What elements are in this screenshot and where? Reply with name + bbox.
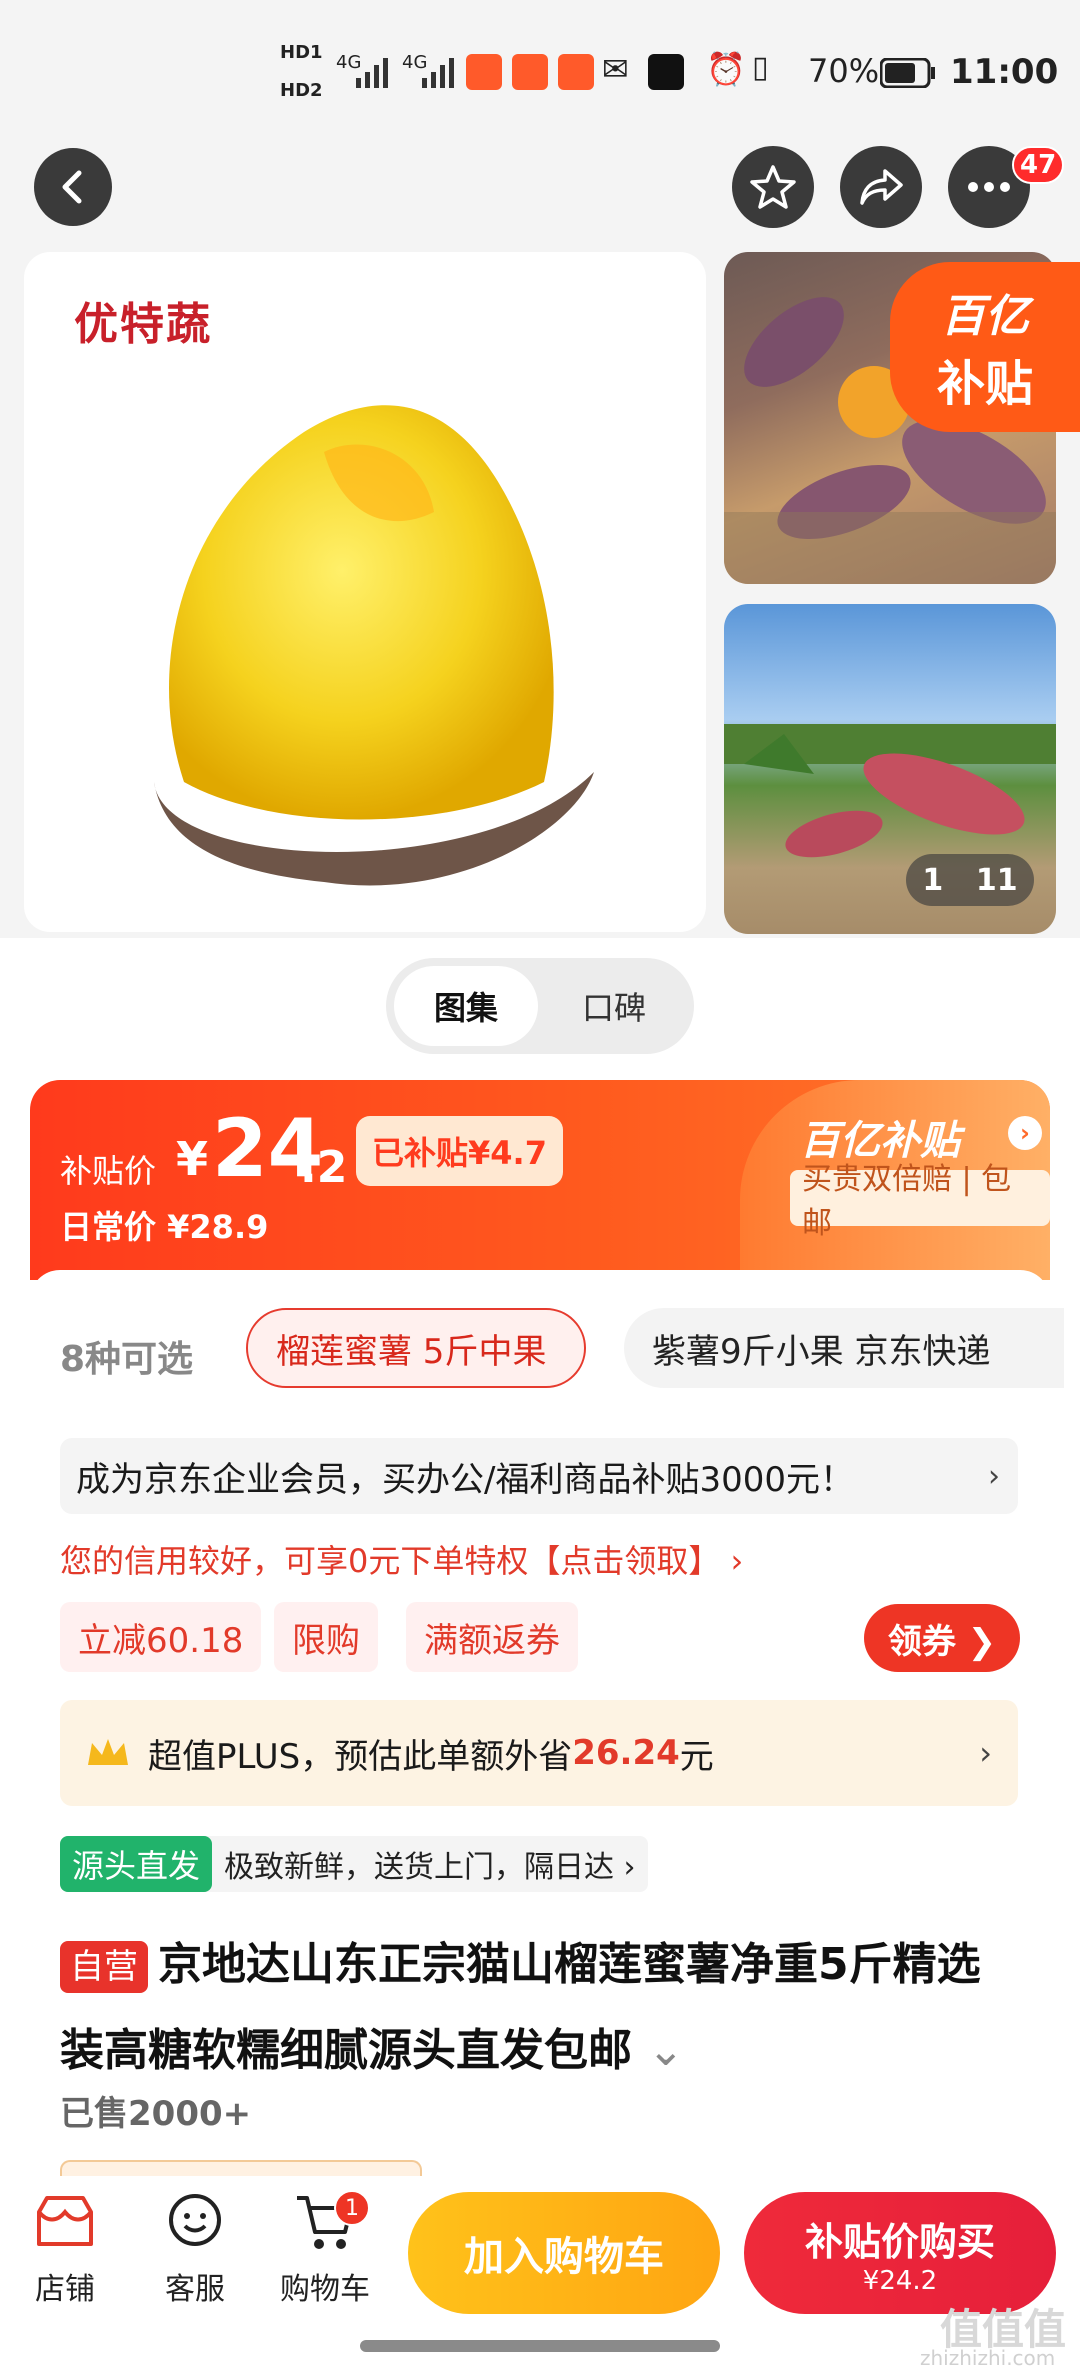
subsidy-badge-line2: 补贴 [936,356,1033,412]
battery-icon [880,58,935,88]
promo-tag[interactable]: 限购 [274,1602,378,1672]
hd2-label: HD2 [280,80,323,101]
app-notification-icon [466,54,502,90]
share-button[interactable] [840,146,922,228]
subsidy-program-panel[interactable]: 百亿补贴 › 买贵双倍赔 | 包邮 [740,1080,1050,1280]
status-bar: HD1 HD2 4G 4G ✉ ⏰ ▯ 70% 11:00 [0,0,1080,140]
message-count-badge: 47 [1012,146,1065,184]
variant-count[interactable]: 8种可选 [60,1330,193,1382]
buy-now-label: 补贴价购买 [804,2219,995,2264]
sold-count: 已售2000+ [60,2094,252,2134]
app-notification-icon [512,54,548,90]
watermark-url: zhizhizhi.com [920,2346,1056,2370]
tab-gallery[interactable]: 图集 [394,966,538,1046]
image-counter-current: 1 [922,862,944,898]
share-icon [860,169,903,205]
media-tabs: 图集 口碑 [386,958,694,1054]
store-button[interactable]: 店铺 [10,2190,120,2310]
plus-savings-amount: 26.24 [572,1733,680,1773]
battery-percent: 70% [808,52,880,90]
back-button[interactable] [34,148,112,226]
vibrate-icon: ▯ [752,50,769,85]
price-card: 补贴价 ¥ 24 .2 已补贴¥4.7 日常价 ¥28.9 百亿补贴 › 买贵双… [30,1080,1050,1280]
currency-symbol: ¥ [176,1132,209,1186]
more-dots-icon [968,182,1010,192]
source-direct-row[interactable]: 源头直发 极致新鲜，送货上门，隔日达 › [60,1836,648,1892]
get-coupon-button[interactable]: 领券 ❯ [864,1604,1020,1672]
add-to-cart-button[interactable]: 加入购物车 [408,2192,720,2314]
guarantee-label: 买贵双倍赔 | 包邮 [790,1162,1050,1241]
clock: 11:00 [950,52,1059,92]
plus-savings-banner[interactable]: 超值PLUS，预估此单额外省 26.24 元 › [60,1700,1018,1806]
brand-logo-text: 优特蔬 [74,299,212,350]
chat-icon [169,2194,221,2246]
product-title-block[interactable]: 自营 京地达山东正宗猫山榴莲蜜薯净重5斤精选装高糖软糯细腻源头直发包邮 ⌄ [60,1922,1020,2094]
self-operated-tag: 自营 [60,1941,148,1993]
promo-tag[interactable]: 满额返券 [406,1602,578,1672]
cart-count-badge: 1 [334,2190,370,2226]
chevron-left-icon [62,170,82,204]
subsidy-badge: 百亿 补贴 [890,262,1080,432]
plus-savings-prefix: 超值PLUS，预估此单额外省 [148,1736,573,1777]
home-indicator[interactable] [360,2340,720,2352]
store-icon [37,2196,93,2246]
cart-label: 购物车 [280,2272,370,2307]
store-label: 店铺 [35,2272,95,2307]
main-product-image[interactable]: 优特蔬 [24,252,706,932]
hd1-label: HD1 [280,42,323,63]
subsidy-badge-line1: 百亿 [941,291,1029,342]
tab-reviews[interactable]: 口碑 [542,966,686,1046]
image-counter-total: 11 [975,862,1018,898]
customer-service-button[interactable]: 客服 [140,2190,250,2310]
source-direct-tag: 源头直发 [60,1836,213,1892]
crown-icon [88,1739,128,1765]
promo-tag[interactable]: 立减60.18 [60,1602,262,1672]
signal-2-icon [422,58,454,88]
chevron-right-icon: › [988,1458,1000,1494]
daily-price: 日常价 ¥28.9 [60,1208,269,1246]
star-icon [750,165,796,209]
enterprise-member-text: 成为京东企业会员，买办公/福利商品补贴3000元！ [76,1459,854,1500]
product-title: 京地达山东正宗猫山榴莲蜜薯净重5斤精选装高糖软糯细腻源头直发包邮 [60,1939,981,2076]
subsidy-price-label: 补贴价 [60,1152,157,1190]
credit-privilege-link[interactable]: 您的信用较好，可享0元下单特权【点击领取】 › [60,1536,743,1582]
variant-chip-selected[interactable]: 榴莲蜜薯 5斤中果 [246,1308,586,1388]
customer-service-label: 客服 [165,2272,225,2307]
source-direct-text: 极致新鲜，送货上门，隔日达 › [224,1850,636,1885]
plus-savings-suffix: 元 [679,1736,714,1777]
chevron-right-icon: › [979,1734,992,1772]
app-notification-icon [558,54,594,90]
price-decimal: .2 [300,1142,348,1193]
chevron-down-icon[interactable]: ⌄ [647,2025,684,2076]
chevron-right-icon: › [1008,1116,1042,1150]
favorite-button[interactable] [732,146,814,228]
variant-chip[interactable]: 紫薯9斤小果 京东快递 [624,1308,1064,1388]
alarm-icon: ⏰ [706,50,746,88]
wechat-icon: ✉ [602,50,629,88]
signal-1-icon [356,58,388,88]
sweet-potato-image [154,405,594,886]
tiktok-icon [648,54,684,90]
enterprise-member-banner[interactable]: 成为京东企业会员，买办公/福利商品补贴3000元！ › [60,1438,1018,1514]
image-counter: 1 11 [906,854,1034,906]
subsidized-amount: 已补贴¥4.7 [356,1116,563,1186]
buy-now-price: ¥24.2 [862,2265,938,2296]
